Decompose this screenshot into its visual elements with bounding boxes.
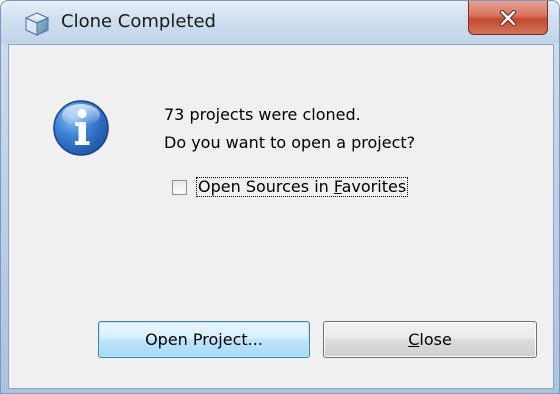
close-label: Close	[408, 330, 452, 349]
checkbox-box[interactable]	[172, 179, 187, 195]
dialog-window: Clone Completed 73 projects were cloned.…	[0, 0, 560, 394]
message-line-1: 73 projects were cloned.	[164, 105, 361, 124]
checkbox-label[interactable]: Open Sources in Favorites	[196, 177, 409, 197]
cube-icon	[24, 12, 50, 36]
message-line-2: Do you want to open a project?	[164, 133, 416, 152]
open-sources-in-favorites-checkbox[interactable]: Open Sources in Favorites	[172, 176, 409, 198]
open-project-label: Open Project...	[145, 330, 263, 349]
open-project-button[interactable]: Open Project...	[98, 321, 310, 358]
window-close-button[interactable]	[468, 1, 548, 35]
close-button[interactable]: Close	[323, 321, 537, 358]
close-icon	[499, 9, 517, 26]
dialog-title: Clone Completed	[61, 11, 216, 32]
dialog-content: 73 projects were cloned. Do you want to …	[8, 44, 554, 389]
info-icon	[52, 99, 110, 157]
title-bar[interactable]: Clone Completed	[1, 1, 559, 43]
